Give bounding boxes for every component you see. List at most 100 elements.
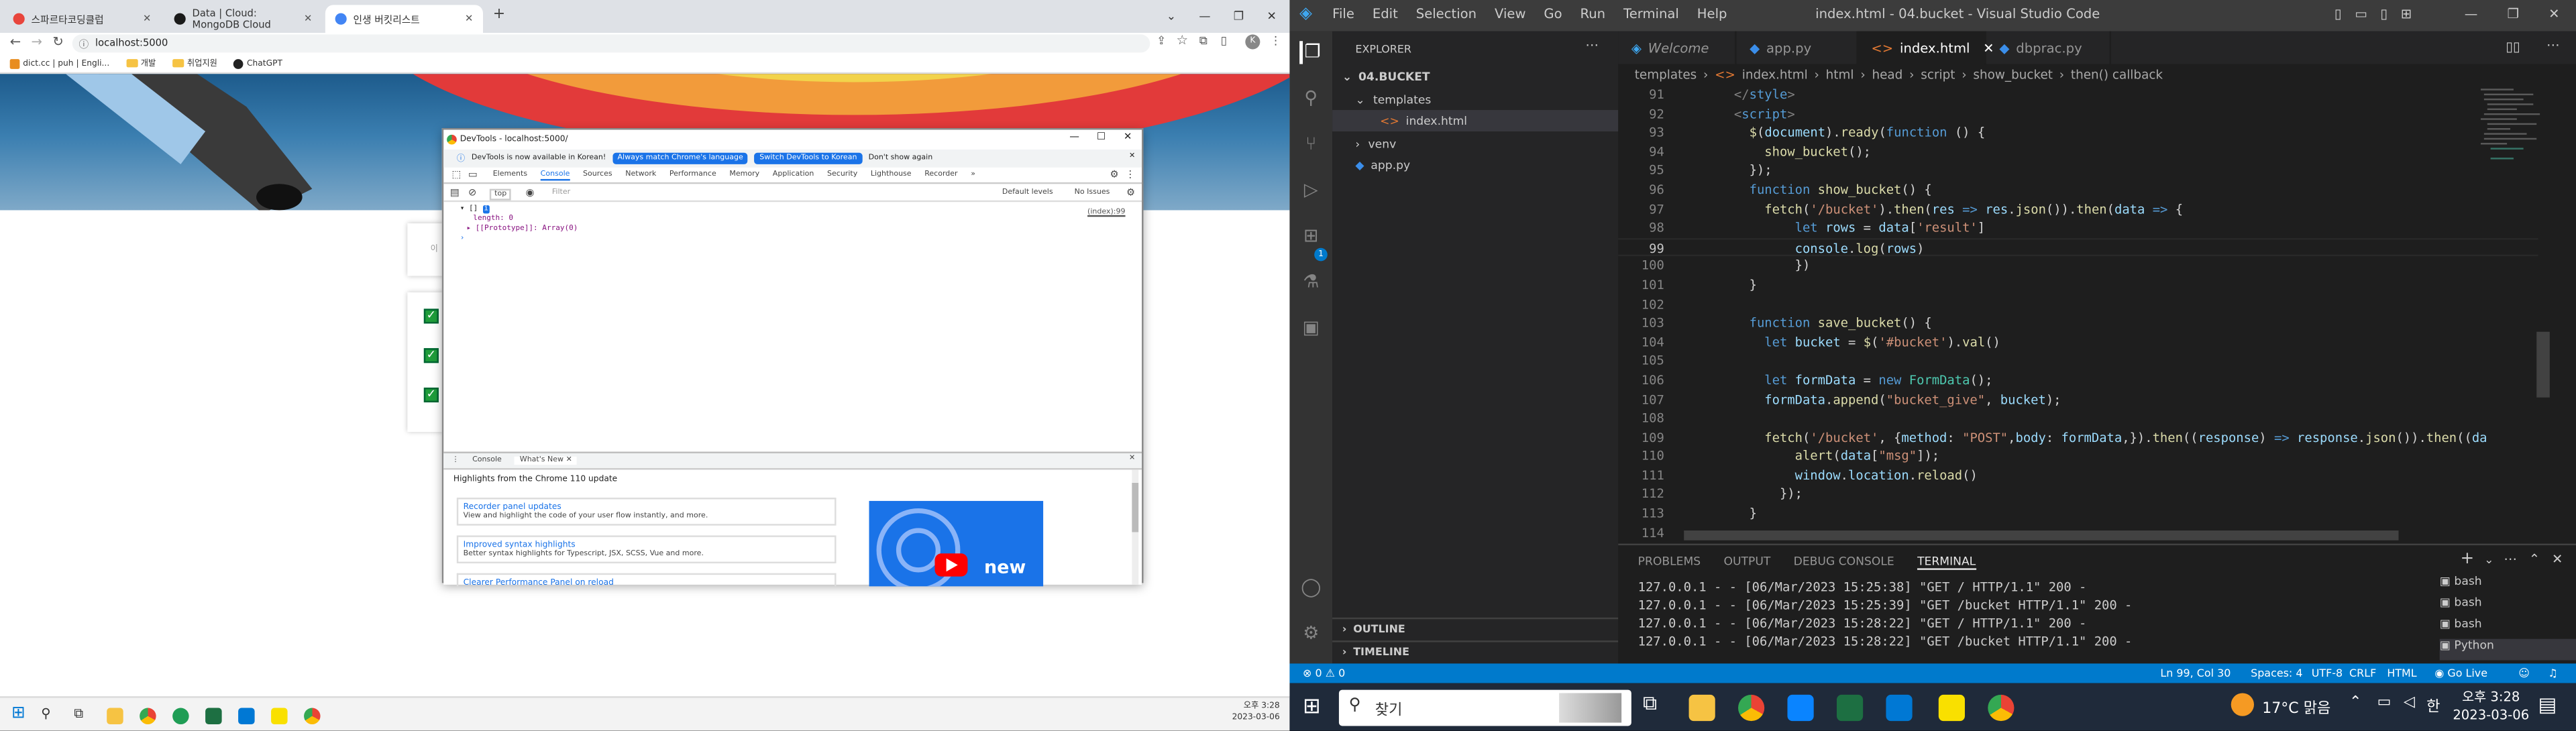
indentation[interactable]: Spaces: 4: [2251, 667, 2302, 680]
back-icon[interactable]: ←: [10, 34, 21, 49]
tab-application[interactable]: Application: [773, 171, 814, 179]
code-line[interactable]: 113 }: [1618, 504, 2538, 523]
switch-korean-button[interactable]: Switch DevTools to Korean: [754, 152, 862, 164]
tab-performance[interactable]: Performance: [669, 171, 716, 179]
address-bar[interactable]: ⓘ localhost:5000: [72, 34, 1150, 53]
console-filter-input[interactable]: Filter: [545, 189, 989, 201]
forward-icon[interactable]: →: [32, 34, 42, 49]
close-icon[interactable]: ✕: [1124, 131, 1132, 143]
reload-icon[interactable]: ↻: [52, 34, 63, 49]
taskbar-clock[interactable]: 오후 3:28 2023-03-06: [2453, 688, 2529, 724]
run-debug-icon[interactable]: ▷: [1299, 179, 1322, 202]
drawer-tab-console[interactable]: Console: [472, 457, 502, 465]
tree-item-app-py[interactable]: ◆ app.py: [1332, 154, 1618, 176]
update-item[interactable]: Clearer Performance Panel on reload: [456, 573, 837, 587]
chrome-tab[interactable]: 스파르타코딩클럽 ✕: [3, 5, 161, 33]
language-mode[interactable]: HTML: [2387, 667, 2416, 680]
customize-layout-icon[interactable]: ⊞: [2401, 7, 2412, 21]
chrome-tab[interactable]: Data | Cloud: MongoDB Cloud ✕: [164, 5, 322, 33]
volume-icon[interactable]: ◁: [2404, 695, 2415, 711]
chrome-tab-active[interactable]: 인생 버킷리스트 ✕: [325, 5, 484, 33]
network-icon[interactable]: ▭: [2377, 695, 2392, 711]
terminal-item[interactable]: ▣ bash: [2440, 596, 2576, 618]
tree-item-templates[interactable]: ⌄ templates: [1332, 89, 1618, 110]
console-prompt[interactable]: ›: [460, 235, 578, 245]
search-icon[interactable]: ⚲: [41, 706, 50, 721]
toggle-secondary-icon[interactable]: ▯: [2380, 7, 2387, 21]
close-icon[interactable]: ✕: [143, 13, 151, 25]
code-line[interactable]: 102: [1618, 295, 2538, 314]
maximize-icon[interactable]: ❐: [2507, 7, 2519, 21]
scrollbar[interactable]: [1132, 469, 1139, 585]
code-line[interactable]: 109 fetch('/bucket', {method: "POST",bod…: [1618, 428, 2538, 447]
timeline-section[interactable]: › TIMELINE: [1332, 640, 1619, 662]
chrome-variant-icon[interactable]: [172, 708, 189, 725]
chrome-icon[interactable]: [1738, 694, 1765, 722]
code-line[interactable]: 108: [1618, 409, 2538, 428]
workspace-folder[interactable]: ⌄ 04.BUCKET: [1332, 66, 1618, 87]
check-icon[interactable]: ✓: [423, 308, 439, 324]
close-icon[interactable]: ✕: [2548, 7, 2559, 21]
windows-start-icon[interactable]: ⊞: [1303, 695, 1321, 720]
close-icon[interactable]: ✕: [566, 457, 572, 465]
code-line[interactable]: 91 </style>: [1618, 85, 2538, 104]
outline-section[interactable]: › OUTLINE: [1332, 617, 1619, 639]
code-line[interactable]: 99 console.log(rows): [1618, 237, 2538, 257]
bell-icon[interactable]: ♫: [2548, 667, 2557, 680]
tab-sources[interactable]: Sources: [583, 171, 612, 179]
explorer-icon[interactable]: ❐: [1299, 41, 1322, 64]
bookmark-folder[interactable]: 취업지원: [172, 58, 217, 69]
remote-explorer-icon[interactable]: ▣: [1299, 317, 1322, 340]
terminal-item[interactable]: ▣ bash: [2440, 618, 2576, 639]
terminal-item[interactable]: ▣ Python: [2439, 638, 2576, 661]
taskbar-clock[interactable]: 오후 3:28 2023-03-06: [1232, 701, 1280, 724]
menu-go[interactable]: Go: [1544, 7, 1562, 21]
close-icon[interactable]: ✕: [2552, 552, 2563, 567]
minimap[interactable]: [2477, 85, 2551, 545]
maximize-icon[interactable]: ☐: [1097, 131, 1106, 143]
problems-status[interactable]: ⊗ 0 ⚠ 0: [1303, 667, 1345, 680]
tab-terminal[interactable]: TERMINAL: [1917, 555, 1976, 569]
source-control-icon[interactable]: ⑂: [1299, 133, 1322, 156]
more-actions-icon[interactable]: ⋯: [2546, 38, 2560, 52]
cursor-position[interactable]: Ln 99, Col 30: [2160, 667, 2231, 680]
file-explorer-icon[interactable]: [107, 708, 123, 725]
code-line[interactable]: 103 function save_bucket() {: [1618, 314, 2538, 333]
tab-elements[interactable]: Elements: [493, 171, 527, 179]
toggle-panel-icon[interactable]: ▭: [2355, 7, 2367, 21]
account-icon[interactable]: ◯: [1299, 577, 1322, 600]
code-line[interactable]: 98 let rows = data['result']: [1618, 219, 2538, 237]
tab-output[interactable]: OUTPUT: [1723, 555, 1770, 569]
tab-memory[interactable]: Memory: [729, 171, 759, 179]
chrome-icon[interactable]: [304, 708, 321, 725]
share-icon[interactable]: ⇪: [1157, 34, 1166, 48]
code-line[interactable]: 106 let formData = new FormData();: [1618, 371, 2538, 390]
bookmark-item[interactable]: dict.cc | puh | Engli...: [9, 58, 110, 68]
code-line[interactable]: 100 }): [1618, 257, 2538, 276]
tree-item-index-html[interactable]: <> index.html: [1332, 110, 1619, 131]
close-icon[interactable]: ✕: [465, 13, 473, 25]
encoding[interactable]: UTF-8: [2312, 667, 2343, 680]
console-log-entry[interactable]: ▾ [] i: [460, 205, 578, 215]
task-view-icon[interactable]: ⧉: [1643, 691, 1657, 716]
code-editor[interactable]: 91 </style> 92 <script> 93 $(document).rea…: [1618, 85, 2538, 542]
avatar[interactable]: K: [1245, 34, 1260, 50]
task-view-icon[interactable]: ⧉: [74, 706, 83, 722]
update-item[interactable]: Recorder panel updates View and highligh…: [456, 498, 837, 526]
tab-recorder[interactable]: Recorder: [924, 171, 957, 179]
terminal-item[interactable]: ▣ bash: [2440, 575, 2576, 596]
ime-indicator[interactable]: 한: [2426, 695, 2440, 716]
menu-icon[interactable]: ⋮: [1270, 34, 1281, 48]
close-icon[interactable]: ✕: [1267, 10, 1276, 23]
chevron-up-icon[interactable]: ⌃: [2529, 552, 2540, 567]
more-actions-icon[interactable]: ⋯: [1585, 38, 1599, 52]
eye-icon[interactable]: ◉: [526, 187, 535, 199]
tab-security[interactable]: Security: [827, 171, 857, 179]
device-icon[interactable]: ▭: [468, 169, 478, 180]
code-line[interactable]: 92 <script>: [1618, 105, 2538, 123]
excel-icon[interactable]: [1836, 694, 1864, 722]
chevron-up-icon[interactable]: ⌃: [2349, 695, 2361, 711]
tab-app-py[interactable]: ◆ app.py: [1737, 31, 1858, 64]
account-status-icon[interactable]: ☺: [2518, 667, 2530, 680]
kakaotalk-icon[interactable]: [1938, 694, 1965, 722]
